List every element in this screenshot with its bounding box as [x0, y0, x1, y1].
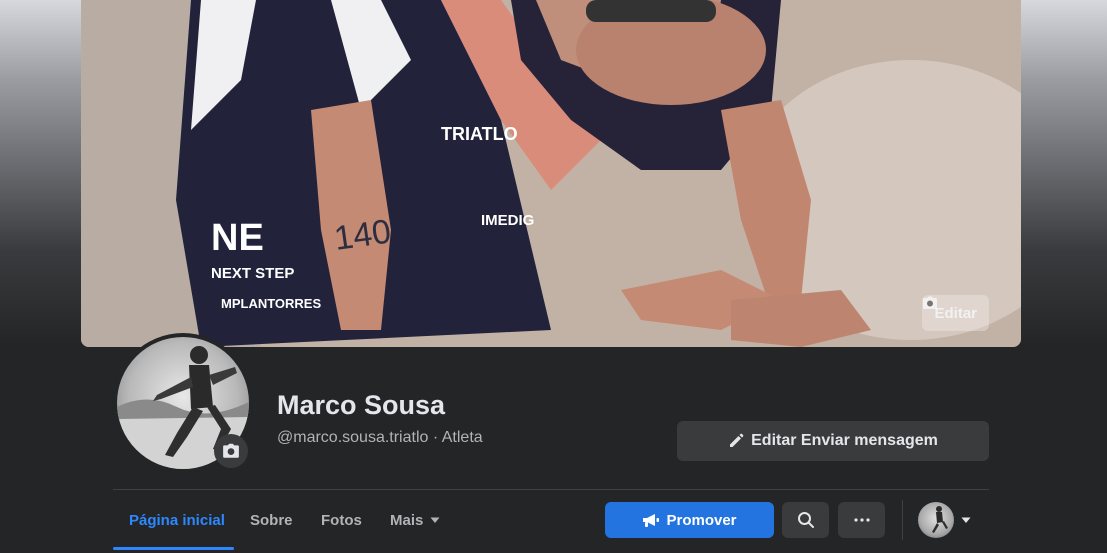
page-category[interactable]: Atleta: [442, 429, 483, 446]
svg-text:IMEDIG: IMEDIG: [481, 212, 534, 229]
divider: [113, 489, 989, 490]
subtitle-separator: ·: [428, 429, 442, 446]
edit-cover-button[interactable]: Editar: [922, 295, 989, 331]
svg-text:TRIATLO: TRIATLO: [441, 124, 518, 144]
page-title: Marco Sousa: [277, 390, 446, 420]
camera-icon: [923, 296, 938, 309]
pencil-icon: [730, 433, 744, 447]
search-icon: [797, 512, 814, 528]
profile-subtitle: @marco.sousa.triatlo · Atleta: [277, 429, 483, 447]
edit-send-message-label: Editar Enviar mensagem: [751, 432, 938, 449]
tab-photos[interactable]: Fotos: [305, 500, 378, 540]
cover-image: NE NEXT STEP MPLANTORRES TRIATLO IMEDIG …: [81, 0, 1021, 347]
promote-button[interactable]: Promover: [605, 502, 774, 538]
account-switcher[interactable]: [918, 502, 972, 538]
tab-label: Página inicial: [129, 511, 225, 529]
avatar-image: [932, 506, 948, 533]
username: @marco.sousa.triatlo: [277, 429, 429, 446]
tab-about[interactable]: Sobre: [234, 500, 309, 540]
svg-text:MPLANTORRES: MPLANTORRES: [221, 296, 321, 311]
edit-send-message-button[interactable]: Editar Enviar mensagem: [677, 421, 989, 461]
tab-label: Sobre: [250, 511, 293, 529]
svg-text:NE: NE: [211, 217, 264, 259]
avatar: [918, 502, 954, 538]
tab-label: Mais: [390, 511, 424, 529]
caret-down-icon: [961, 517, 971, 523]
edit-cover-label: Editar: [934, 304, 977, 322]
promote-label: Promover: [666, 511, 737, 529]
tab-label: Fotos: [321, 511, 362, 529]
camera-icon: [223, 443, 239, 458]
megaphone-icon: [643, 514, 660, 527]
search-button[interactable]: [782, 502, 829, 538]
tab-more[interactable]: Mais: [374, 500, 457, 540]
more-icon: [853, 518, 870, 522]
change-profile-picture-button[interactable]: [214, 434, 248, 468]
active-tab-indicator: [113, 547, 234, 550]
tab-home[interactable]: Página inicial: [113, 500, 241, 540]
svg-text:NEXT STEP: NEXT STEP: [211, 265, 294, 282]
cover-photo: NE NEXT STEP MPLANTORRES TRIATLO IMEDIG …: [81, 0, 1021, 347]
caret-down-icon: [430, 517, 440, 523]
more-options-button[interactable]: [838, 502, 885, 538]
svg-text:140: 140: [332, 212, 393, 258]
toolbar-separator: [902, 500, 903, 540]
